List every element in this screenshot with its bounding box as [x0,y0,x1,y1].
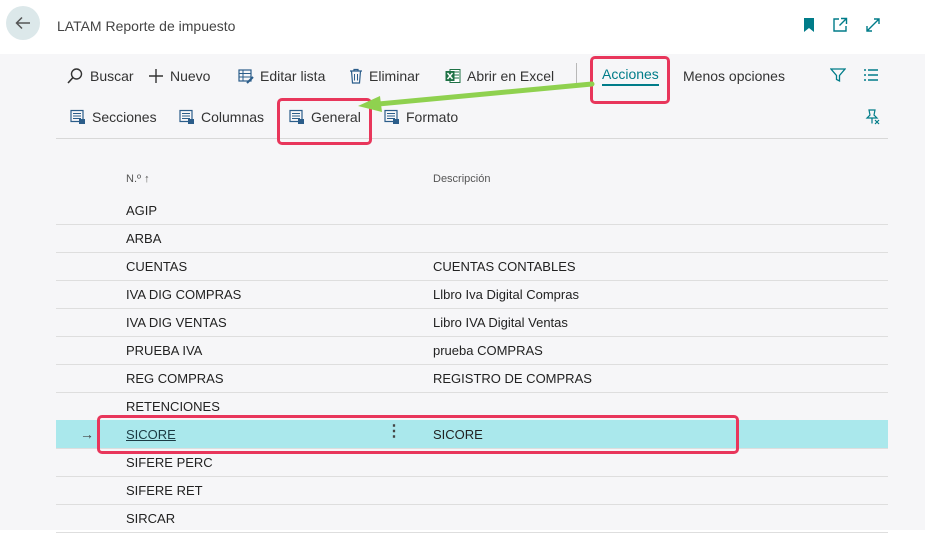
sections-button[interactable]: Secciones [70,106,157,128]
row-no[interactable]: SICORE [126,427,176,442]
page-title: LATAM Reporte de impuesto [57,18,236,34]
plus-icon [149,69,163,83]
personalize-icon[interactable] [864,108,880,125]
edit-list-button[interactable]: Editar lista [238,65,325,87]
new-button[interactable]: Nuevo [148,65,210,87]
column-header-no[interactable]: N.º ↑ [126,173,150,185]
columns-label: Columnas [201,109,265,125]
row-no[interactable]: PRUEBA IVA [126,343,202,358]
new-label: Nuevo [170,68,211,84]
table-row[interactable]: CUENTAS CUENTAS CONTABLES [56,252,888,281]
sections-label: Secciones [92,109,157,125]
back-button[interactable] [6,6,40,40]
row-no[interactable]: SIFERE RET [126,483,203,498]
table-row[interactable]: RETENCIONES [56,392,888,421]
actions-tab[interactable]: Acciones [602,65,659,87]
columns-button[interactable]: Columnas [179,106,264,128]
table-row-selected[interactable]: → SICORE ⋮ SICORE [56,420,888,449]
search-button[interactable]: Buscar [66,65,134,87]
row-no[interactable]: ARBA [126,231,161,246]
row-descripcion: SICORE [433,427,483,442]
table-row[interactable]: IVA DIG VENTAS Libro IVA Digital Ventas [56,308,888,337]
row-no[interactable]: AGIP [126,203,157,218]
table-row[interactable]: AGIP [56,196,888,225]
columns-icon [179,109,194,124]
row-no[interactable]: IVA DIG COMPRAS [126,287,241,302]
row-descripcion: REGISTRO DE COMPRAS [433,371,592,386]
list-view-icon[interactable] [863,68,879,82]
edit-list-icon [238,69,254,84]
row-no[interactable]: SIRCAR [126,511,175,526]
row-no[interactable]: IVA DIG VENTAS [126,315,227,330]
fewer-options-label: Menos opciones [683,68,785,84]
table-row[interactable]: SIRCAR [56,504,888,533]
row-menu-icon[interactable]: ⋮ [386,424,402,440]
row-arrow-icon: → [80,426,94,442]
row-descripcion: CUENTAS CONTABLES [433,259,576,274]
column-header-descripcion[interactable]: Descripción [433,173,490,185]
row-descripcion: Llbro Iva Digital Compras [433,287,579,302]
filter-icon[interactable] [830,67,846,83]
row-no[interactable]: RETENCIONES [126,399,220,414]
fewer-options-button[interactable]: Menos opciones [683,65,785,87]
annotation-arrow [358,81,595,112]
back-arrow-icon [15,16,30,30]
table-row[interactable]: PRUEBA IVA prueba COMPRAS [56,336,888,365]
table-row[interactable]: SIFERE PERC [56,448,888,477]
row-descripcion: prueba COMPRAS [433,343,543,358]
top-bar: LATAM Reporte de impuesto [0,0,925,54]
open-new-window-icon[interactable] [831,16,849,34]
search-icon [67,68,83,84]
row-no[interactable]: CUENTAS [126,259,187,274]
row-no[interactable]: SIFERE PERC [126,455,213,470]
table-row[interactable]: REG COMPRAS REGISTRO DE COMPRAS [56,364,888,393]
table-row[interactable]: IVA DIG COMPRAS Llbro Iva Digital Compra… [56,280,888,309]
table-row[interactable]: SIFERE RET [56,476,888,505]
bookmark-icon[interactable] [800,16,818,34]
row-descripcion: Libro IVA Digital Ventas [433,315,568,330]
table-row[interactable]: ARBA [56,224,888,253]
row-no[interactable]: REG COMPRAS [126,371,224,386]
search-label: Buscar [90,68,134,84]
sections-icon [70,109,85,124]
expand-icon[interactable] [864,16,882,34]
edit-list-label: Editar lista [260,68,326,84]
actions-label: Acciones [602,66,659,86]
toolbar-divider [56,138,888,139]
general-icon [289,109,304,124]
